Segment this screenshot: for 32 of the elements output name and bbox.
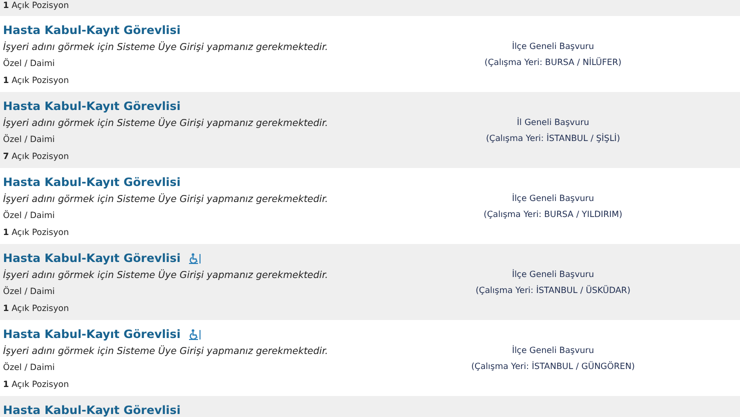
login-notice: İşyeri adını görmek için Sisteme Üye Girişi yapmanız gerekmektedir.: [3, 192, 330, 207]
employment-type: Özel / Daimi: [3, 209, 56, 223]
application-scope: İlçe Geneli Başvuru: [510, 192, 596, 206]
work-location: (Çalışma Yeri: İSTANBUL / ŞİŞLİ): [484, 132, 622, 146]
work-location: (Çalışma Yeri: İSTANBUL / ÜSKÜDAR): [474, 284, 632, 298]
login-notice: İşyeri adını görmek için Sisteme Üye Girişi yapmanız gerekmektedir.: [3, 268, 330, 283]
application-scope: İlçe Geneli Başvuru: [510, 268, 596, 282]
open-positions: 1 Açık Pozisyon: [3, 0, 70, 12]
work-location: (Çalışma Yeri: BURSA / YILDIRIM): [482, 209, 624, 222]
open-positions: 1 Açık Pozisyon: [3, 227, 70, 240]
employment-type: Özel / Daimi: [3, 57, 56, 71]
employment-type: Özel / Daimi: [3, 361, 56, 375]
application-scope: İlçe Geneli Başvuru: [510, 40, 596, 54]
login-notice: İşyeri adını görmek için Sisteme Üye Girişi yapmanız gerekmektedir.: [3, 344, 330, 359]
work-location: (Çalışma Yeri: İSTANBUL / GÜNGÖREN): [470, 360, 636, 374]
job-title-link[interactable]: Hasta Kabul-Kayıt Görevlisi: [3, 23, 181, 37]
employment-type: Özel / Daimi: [3, 133, 56, 147]
job-title-link[interactable]: Hasta Kabul-Kayıt Görevlisi: [3, 403, 181, 417]
open-positions: 1 Açık Pozisyon: [3, 75, 70, 88]
employment-type: Özel / Daimi: [3, 285, 56, 299]
job-title-link[interactable]: Hasta Kabul-Kayıt Görevlisi: [3, 251, 181, 265]
job-title-link[interactable]: Hasta Kabul-Kayıt Görevlisi: [3, 99, 181, 113]
job-title-link[interactable]: Hasta Kabul-Kayıt Görevlisi: [3, 327, 181, 341]
login-notice: İşyeri adını görmek için Sisteme Üye Girişi yapmanız gerekmektedir.: [3, 116, 330, 131]
job-title-link[interactable]: Hasta Kabul-Kayıt Görevlisi: [3, 175, 181, 189]
application-scope: İlçe Geneli Başvuru: [510, 344, 596, 358]
open-positions: 1 Açık Pozisyon: [3, 379, 70, 392]
work-location: (Çalışma Yeri: BURSA / NİLÜFER): [484, 56, 622, 70]
login-notice: İşyeri adını görmek için Sisteme Üye Girişi yapmanız gerekmektedir.: [3, 40, 330, 55]
application-scope: İl Geneli Başvuru: [516, 116, 590, 130]
open-positions: 7 Açık Pozisyon: [3, 151, 70, 164]
open-positions: 1 Açık Pozisyon: [3, 303, 70, 316]
